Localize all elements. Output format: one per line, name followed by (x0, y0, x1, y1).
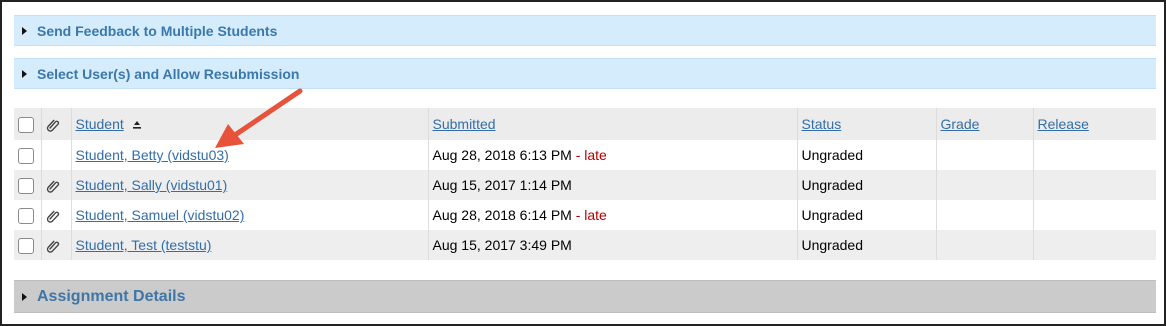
send-feedback-label[interactable]: Send Feedback to Multiple Students (37, 23, 277, 39)
grade-cell (936, 230, 1034, 260)
paperclip-icon (46, 119, 59, 132)
grade-cell (936, 170, 1034, 200)
attachment-cell (41, 230, 72, 260)
table-row: Student, Test (teststu) Aug 15, 2017 3:4… (14, 230, 1156, 260)
student-link[interactable]: Student, Test (teststu) (76, 237, 212, 253)
row-checkbox-cell (14, 230, 42, 260)
submitted-date: Aug 28, 2018 6:14 PM (432, 207, 572, 223)
sort-by-grade-link[interactable]: Grade (941, 116, 980, 132)
sort-by-student-link[interactable]: Student (76, 116, 124, 132)
table-row: Student, Betty (vidstu03) Aug 28, 2018 6… (14, 140, 1156, 170)
page-frame: Send Feedback to Multiple Students Selec… (0, 0, 1166, 326)
header-student: Student (71, 108, 429, 140)
header-grade: Grade (936, 108, 1034, 140)
table-row: Student, Samuel (vidstu02) Aug 28, 2018 … (14, 200, 1156, 230)
select-all-checkbox[interactable] (18, 116, 34, 133)
row-checkbox-cell (14, 170, 42, 200)
sort-by-release-link[interactable]: Release (1038, 116, 1089, 132)
allow-resubmission-label[interactable]: Select User(s) and Allow Resubmission (37, 66, 299, 82)
attachment-cell (41, 140, 72, 170)
row-checkbox-cell (14, 200, 42, 230)
paperclip-icon[interactable] (46, 209, 60, 223)
submitted-cell: Aug 15, 2017 3:49 PM (428, 230, 798, 260)
sort-by-status-link[interactable]: Status (802, 116, 842, 132)
student-link[interactable]: Student, Samuel (vidstu02) (76, 207, 245, 223)
release-cell (1033, 140, 1156, 170)
release-cell (1033, 230, 1156, 260)
submitted-cell: Aug 15, 2017 1:14 PM (428, 170, 798, 200)
late-flag: - late (575, 207, 607, 223)
grade-cell (936, 140, 1034, 170)
allow-resubmission-section[interactable]: Select User(s) and Allow Resubmission (14, 58, 1156, 89)
row-checkbox-cell (14, 140, 42, 170)
header-release: Release (1033, 108, 1156, 140)
status-cell: Ungraded (797, 230, 937, 260)
expand-triangle-icon (22, 292, 27, 301)
table-header-row: Student Submitted Status Grade Release (14, 108, 1156, 140)
row-checkbox[interactable] (18, 237, 34, 254)
submitted-date: Aug 15, 2017 1:14 PM (432, 177, 572, 193)
send-feedback-section[interactable]: Send Feedback to Multiple Students (14, 15, 1156, 46)
assignment-details-section[interactable]: Assignment Details (14, 280, 1156, 313)
status-cell: Ungraded (797, 140, 937, 170)
row-checkbox[interactable] (18, 177, 34, 194)
student-cell: Student, Sally (vidstu01) (71, 170, 429, 200)
status-cell: Ungraded (797, 170, 937, 200)
paperclip-icon[interactable] (46, 239, 60, 253)
submitted-date: Aug 28, 2018 6:13 PM (432, 147, 572, 163)
student-cell: Student, Betty (vidstu03) (71, 140, 429, 170)
row-checkbox[interactable] (18, 147, 34, 164)
release-cell (1033, 200, 1156, 230)
paperclip-icon[interactable] (46, 179, 60, 193)
header-submitted: Submitted (428, 108, 798, 140)
late-flag: - late (575, 147, 607, 163)
header-checkbox-cell (14, 108, 42, 140)
submitted-cell: Aug 28, 2018 6:13 PM - late (428, 140, 798, 170)
table-row: Student, Sally (vidstu01) Aug 15, 2017 1… (14, 170, 1156, 200)
attachment-cell (41, 200, 72, 230)
assignment-details-label[interactable]: Assignment Details (37, 288, 185, 306)
student-link[interactable]: Student, Sally (vidstu01) (76, 177, 228, 193)
status-cell: Ungraded (797, 200, 937, 230)
grade-cell (936, 200, 1034, 230)
student-cell: Student, Test (teststu) (71, 230, 429, 260)
expand-triangle-icon (22, 69, 27, 78)
submissions-table: Student Submitted Status Grade Release S… (14, 108, 1156, 260)
row-checkbox[interactable] (18, 207, 34, 224)
submitted-cell: Aug 28, 2018 6:14 PM - late (428, 200, 798, 230)
sort-by-submitted-link[interactable]: Submitted (433, 116, 496, 132)
attachment-cell (41, 170, 72, 200)
student-cell: Student, Samuel (vidstu02) (71, 200, 429, 230)
submitted-date: Aug 15, 2017 3:49 PM (432, 237, 572, 253)
expand-triangle-icon (22, 26, 27, 35)
header-status: Status (797, 108, 937, 140)
header-attachment-cell (41, 108, 72, 140)
sort-ascending-icon[interactable] (132, 120, 142, 130)
release-cell (1033, 170, 1156, 200)
student-link[interactable]: Student, Betty (vidstu03) (76, 147, 229, 163)
